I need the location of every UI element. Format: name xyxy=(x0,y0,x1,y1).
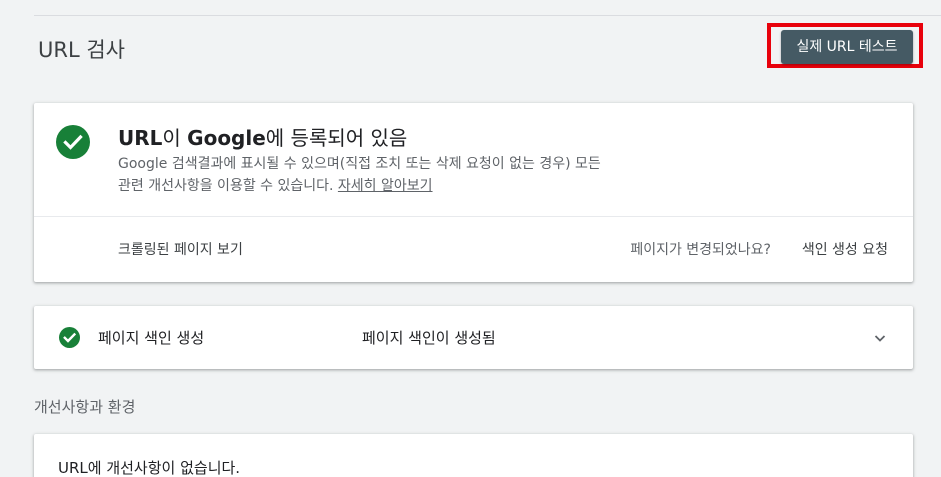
heading-suffix: 에 등록되어 있음 xyxy=(265,126,408,150)
learn-more-link[interactable]: 자세히 알아보기 xyxy=(338,178,433,194)
page-indexing-label: 페이지 색인 생성 xyxy=(98,329,205,347)
index-status-heading: URL이 Google에 등록되어 있음 xyxy=(118,122,407,151)
index-status-description: Google 검색결과에 표시될 수 있으며(직접 조치 또는 삭제 요청이 없… xyxy=(118,153,718,197)
description-line-2: 관련 개선사항을 이용할 수 있습니다. 자세히 알아보기 xyxy=(118,175,718,197)
description-line-1: Google 검색결과에 표시될 수 있으며(직접 조치 또는 삭제 요청이 없… xyxy=(118,156,601,172)
page-title: URL 검사 xyxy=(38,38,125,62)
description-line-2-text: 관련 개선사항을 이용할 수 있습니다. xyxy=(118,178,338,194)
index-status-card: URL이 Google에 등록되어 있음 Google 검색결과에 표시될 수 … xyxy=(34,103,913,282)
page-indexing-value: 페이지 색인이 생성됨 xyxy=(362,329,496,347)
top-divider xyxy=(34,15,941,16)
test-live-url-button[interactable]: 실제 URL 테스트 xyxy=(781,30,913,64)
page-indexing-row[interactable]: 페이지 색인 생성 페이지 색인이 생성됨 xyxy=(34,306,913,369)
enhancements-section-title: 개선사항과 환경 xyxy=(34,398,136,416)
card-divider xyxy=(34,216,913,217)
check-circle-icon xyxy=(56,125,90,159)
heading-particle: 이 xyxy=(162,126,188,150)
view-crawled-page-button[interactable]: 크롤링된 페이지 보기 xyxy=(118,239,243,259)
enhancements-card: URL에 개선사항이 없습니다. xyxy=(34,434,913,477)
url-inspection-page: URL 검사 실제 URL 테스트 URL이 Google에 등록되어 있음 G… xyxy=(0,0,941,477)
heading-url: URL xyxy=(118,126,163,150)
request-indexing-button[interactable]: 색인 생성 요청 xyxy=(802,239,888,259)
no-enhancements-message: URL에 개선사항이 없습니다. xyxy=(58,459,241,477)
check-circle-icon xyxy=(59,327,80,348)
page-changed-text: 페이지가 변경되었나요? xyxy=(630,242,771,258)
chevron-down-icon[interactable] xyxy=(873,330,887,344)
heading-brand: Google xyxy=(187,126,266,150)
